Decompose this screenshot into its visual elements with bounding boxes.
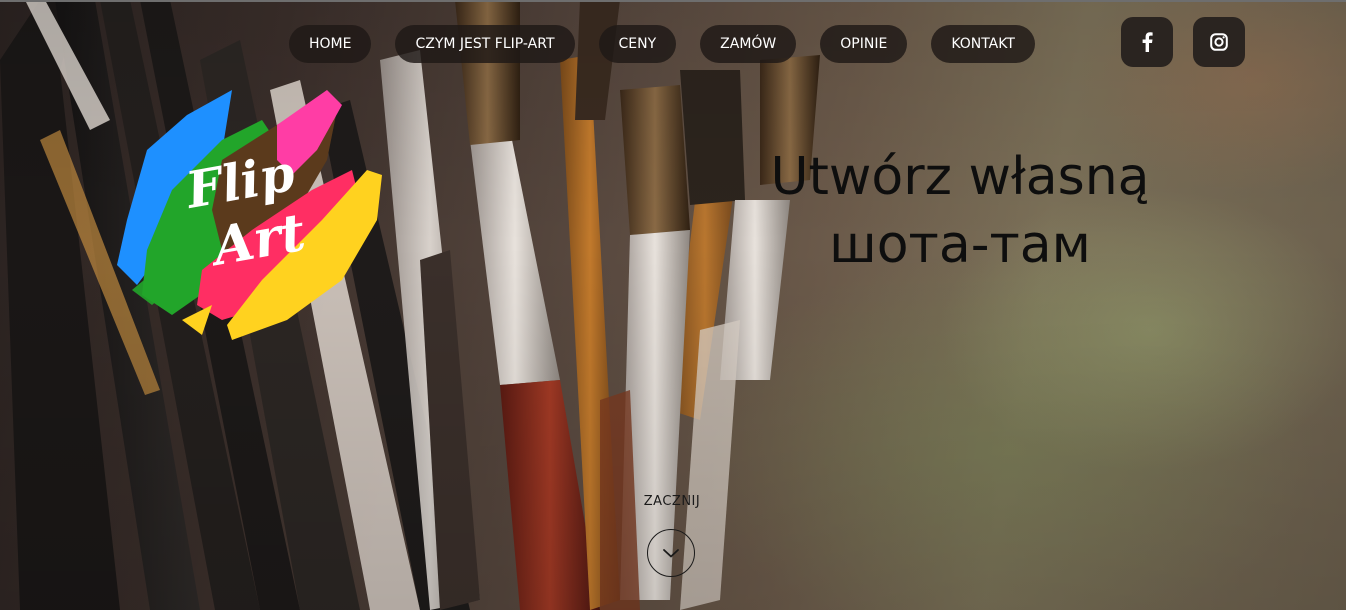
facebook-icon [1142,32,1153,52]
top-border [0,0,1346,2]
nav-reviews-button[interactable]: OPINIE [820,25,908,63]
scroll-down-button[interactable] [647,529,695,577]
instagram-icon [1210,33,1228,51]
flip-art-logo[interactable]: Flip Art [112,80,387,345]
hero-headline-line2: шота-там [829,215,1091,275]
flip-art-logo-image: Flip Art [117,90,382,340]
main-navigation: HOME CZYM JEST FLIP-ART CENY ZAMÓW OPINI… [289,25,1035,63]
start-label: ZACZNIJ [643,494,701,509]
hero-headline-line1: Utwórz własną [770,147,1150,207]
facebook-button[interactable] [1121,17,1173,67]
nav-contact-button[interactable]: KONTAKT [931,25,1035,63]
nav-home-button[interactable]: HOME [289,25,372,63]
instagram-button[interactable] [1193,17,1245,67]
chevron-down-icon [663,549,679,558]
hero-headline: Utwórz własną шота-там [680,143,1240,279]
hero-section: HOME CZYM JEST FLIP-ART CENY ZAMÓW OPINI… [0,0,1346,610]
nav-pricing-button[interactable]: CENY [598,25,677,63]
nav-about-button[interactable]: CZYM JEST FLIP-ART [395,25,575,63]
nav-order-button[interactable]: ZAMÓW [700,25,797,63]
